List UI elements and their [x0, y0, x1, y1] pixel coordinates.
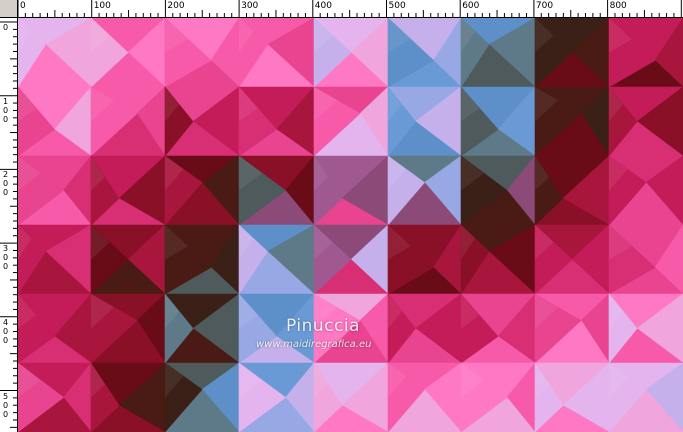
- ruler-label: 300: [241, 1, 259, 11]
- ruler-label-char: 0: [3, 262, 9, 272]
- vertical-ruler-ticks: [0, 21, 17, 428]
- ruler-label: 800: [609, 1, 627, 11]
- ruler-label-char: 2: [3, 170, 9, 180]
- ruler-label-char: 0: [3, 23, 9, 32]
- ruler-label: 0: [20, 1, 26, 11]
- ruler-label: 400: [314, 1, 332, 11]
- vertical-ruler[interactable]: 0100200300400500: [0, 18, 18, 432]
- ruler-label-char: 1: [3, 96, 9, 106]
- horizontal-ruler[interactable]: 0 100 200 300 400 500 600 700 800: [0, 0, 683, 18]
- ruler-label-char: 0: [3, 114, 9, 124]
- low-poly-artwork: [18, 18, 683, 432]
- ruler-label-char: 0: [3, 326, 9, 336]
- ruler-corner: [0, 0, 18, 18]
- ruler-label-char: 0: [3, 409, 9, 419]
- ruler-label: 100: [93, 1, 111, 11]
- ruler-label-char: 0: [3, 253, 9, 263]
- ruler-label-char: 4: [3, 317, 9, 327]
- ruler-label-char: 0: [3, 105, 9, 115]
- ruler-label: 500: [388, 1, 406, 11]
- ruler-label: 200: [167, 1, 185, 11]
- ruler-label-char: 0: [3, 188, 9, 198]
- ruler-label-char: 3: [3, 244, 9, 254]
- image-canvas[interactable]: Pinuccia www.maidiregrafica.eu: [18, 18, 683, 432]
- ruler-label-char: 0: [3, 179, 9, 189]
- ruler-label: 700: [535, 1, 554, 11]
- ruler-label-char: 0: [3, 400, 9, 410]
- ruler-label: 600: [462, 1, 480, 11]
- ruler-label-char: 0: [3, 335, 9, 345]
- ruler-label-char: 5: [3, 391, 9, 401]
